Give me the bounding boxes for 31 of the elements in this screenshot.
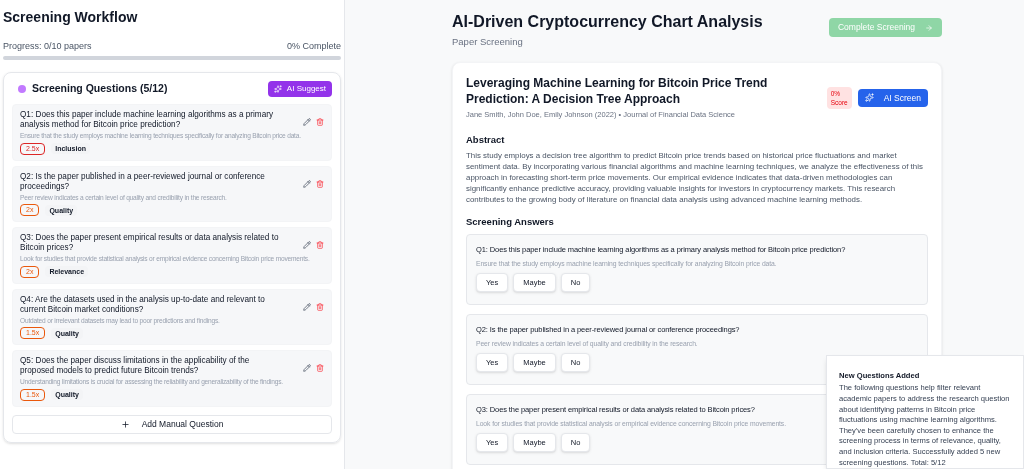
edit-icon[interactable]: [303, 241, 311, 249]
arrow-right-icon: [925, 23, 933, 32]
add-question-button[interactable]: Add Manual Question: [12, 414, 332, 434]
edit-icon[interactable]: [303, 364, 311, 372]
delete-icon[interactable]: [316, 241, 324, 249]
plus-icon: [120, 419, 130, 429]
delete-icon[interactable]: [316, 364, 324, 372]
delete-icon[interactable]: [316, 302, 324, 311]
ai-screen-button[interactable]: AI Screen: [857, 88, 928, 107]
abstract-heading: Abstract: [466, 132, 506, 147]
progress-percent: 0% Complete: [286, 40, 341, 52]
delete-icon[interactable]: [316, 118, 324, 126]
page-subtitle: Paper Screening: [452, 35, 524, 49]
edit-icon[interactable]: [303, 118, 311, 126]
progress-label: Progress: 0/10 papers: [3, 40, 92, 52]
edit-icon[interactable]: [303, 302, 311, 311]
page-title: AI-Driven Cryptocurrency Chart Analysis: [452, 12, 763, 32]
question-text: Q1: Does this paper include machine learning algorithms as a primary analysis method for Bitcoin price prediction?: [20, 110, 275, 130]
questions-title: Screening Questions (5/12): [32, 81, 168, 97]
paper-title: Leveraging Machine Learning for Bitcoin Price Trend Prediction: A Decision Tree Approach: [466, 75, 769, 108]
delete-icon[interactable]: [316, 179, 324, 188]
question-text: Q2: Is the paper published in a peer-reviewed journal or conference proceedings?: [20, 171, 266, 192]
sparkle-icon: [273, 85, 282, 93]
answers-heading: Screening Answers: [466, 214, 555, 229]
question-text: Q3: Does the paper present empirical results or data analysis related to Bitcoin prices?: [20, 233, 280, 253]
question-text: Q5: Does the paper discuss limitations in the applicability of the proposed models to predict future Bitcoin trends?: [20, 356, 251, 376]
ai-suggest-button[interactable]: AI Suggest: [267, 81, 332, 97]
sparkle-icon: [864, 93, 874, 103]
sidebar-title: Screening Workflow: [3, 8, 139, 26]
edit-icon[interactable]: [303, 179, 311, 188]
question-text: Q4: Are the datasets used in the analysis up-to-date and relevant to current Bitcoin market conditions?: [20, 294, 266, 315]
